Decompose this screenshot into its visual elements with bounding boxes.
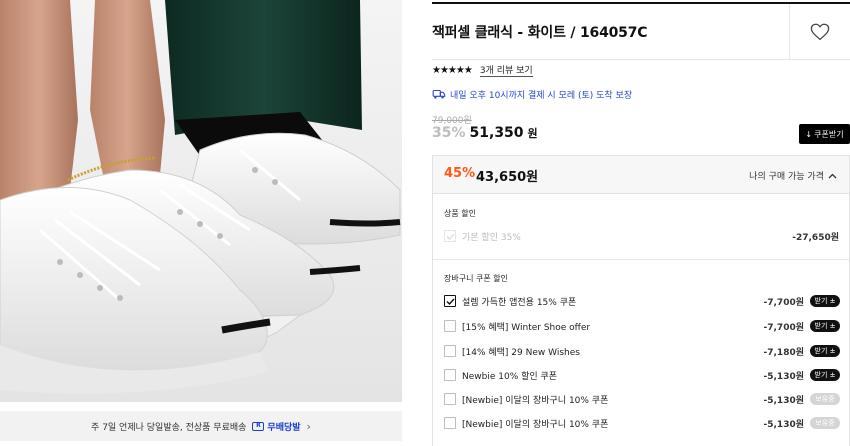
free-delivery-badge[interactable]: R 무배당발 — [252, 420, 301, 433]
chevron-right-icon: › — [306, 419, 311, 433]
coupon-label: [15% 혜택] Winter Shoe offer — [462, 322, 591, 333]
cart-coupon-title: 장바구니 쿠폰 할인 — [444, 274, 508, 283]
coupon-label: [14% 혜택] 29 New Wishes — [462, 347, 580, 358]
coupon-row[interactable]: 설렘 가득한 앱전용 15% 쿠폰 -7,700원 받기 ± — [444, 293, 840, 309]
price-row: 35% 51,350 원 — [432, 125, 538, 141]
rating-row: ★★★★★ 3개 리뷰 보기 — [432, 62, 533, 78]
get-coupon-label: 쿠폰받기 — [814, 129, 844, 139]
owned-coupon-badge: 보유중 — [810, 393, 840, 405]
heart-icon — [810, 23, 830, 41]
receive-coupon-button[interactable]: 받기 ± — [810, 369, 840, 381]
coupon-row[interactable]: [Newbie] 이달의 장바구니 10% 쿠폰 -5,130원 보유중 — [444, 391, 840, 407]
coupon-checkbox[interactable] — [444, 345, 456, 357]
review-link[interactable]: 3개 리뷰 보기 — [479, 63, 533, 77]
chevron-up-icon — [828, 173, 837, 178]
coupon-checkbox[interactable] — [444, 417, 456, 429]
download-icon: ↓ — [805, 129, 813, 139]
my-price-toggle-label: 나의 구매 가능 가격 — [749, 172, 824, 182]
my-purchase-price: 43,650원 — [476, 170, 539, 185]
product-discount-label: 기본 할인 35% — [462, 232, 521, 243]
coupon-label: Newbie 10% 할인 쿠폰 — [462, 371, 558, 382]
sneaker-photo — [0, 0, 402, 402]
product-info-panel: 잭퍼셀 클래식 - 화이트 / 164057C ★★★★★ 3개 리뷰 보기 내… — [432, 0, 850, 446]
receive-coupon-button[interactable]: 받기 ± — [810, 295, 840, 307]
coupon-row[interactable]: [Newbie] 이달의 장바구니 10% 쿠폰 -5,130원 보유중 — [444, 415, 840, 431]
delivery-badge-icon: R — [252, 421, 265, 431]
coupon-amount: -7,700원 — [763, 322, 804, 333]
coupon-amount: -7,700원 — [763, 297, 804, 308]
check-icon — [446, 233, 454, 240]
coupon-amount: -5,130원 — [763, 395, 804, 406]
coupon-amount: -5,130원 — [763, 419, 804, 430]
product-image — [0, 0, 402, 402]
section-divider — [433, 259, 849, 260]
product-discount-title: 상품 할인 — [444, 209, 476, 218]
shipping-info-text: 주 7일 언제나 당일발송, 전상품 무료배송 — [91, 422, 247, 433]
check-icon — [446, 298, 455, 305]
coupon-row[interactable]: [15% 혜택] Winter Shoe offer -7,700원 받기 ± — [444, 318, 840, 334]
coupon-label: 설렘 가득한 앱전용 15% 쿠폰 — [462, 297, 577, 308]
coupon-label: [Newbie] 이달의 장바구니 10% 쿠폰 — [462, 395, 609, 406]
owned-coupon-badge: 보유중 — [810, 417, 840, 429]
star-rating: ★★★★★ — [432, 64, 473, 76]
receive-coupon-button[interactable]: 받기 ± — [810, 345, 840, 357]
coupon-checkbox[interactable] — [444, 393, 456, 405]
favorite-button[interactable] — [789, 4, 850, 60]
title-row: 잭퍼셀 클래식 - 화이트 / 164057C — [432, 4, 850, 60]
coupon-amount: -5,130원 — [763, 371, 804, 382]
coupon-amount: -7,180원 — [763, 347, 804, 358]
product-discount-amount: -27,650원 — [792, 232, 839, 243]
coupon-row[interactable]: [14% 혜택] 29 New Wishes -7,180원 받기 ± — [444, 343, 840, 359]
coupon-label: [Newbie] 이달의 장바구니 10% 쿠폰 — [462, 419, 609, 430]
delivery-guarantee: 내일 오후 10시까지 결제 시 모레 (토) 도착 보장 — [432, 87, 632, 101]
coupon-checkbox[interactable] — [444, 295, 456, 307]
coupon-checkbox[interactable] — [444, 369, 456, 381]
discount-rate: 35% — [432, 125, 466, 141]
sale-price: 51,350 — [469, 125, 524, 141]
product-discount-row: 기본 할인 35% -27,650원 — [444, 228, 840, 244]
delivery-text: 내일 오후 10시까지 결제 시 모레 (토) 도착 보장 — [450, 90, 633, 101]
free-delivery-badge-label: 무배당발 — [267, 422, 301, 433]
truck-icon — [432, 89, 446, 99]
my-discount-rate: 45% — [444, 166, 476, 181]
product-title: 잭퍼셀 클래식 - 화이트 / 164057C — [432, 25, 648, 41]
my-price-toggle[interactable]: 나의 구매 가능 가격 — [749, 169, 837, 182]
coupon-checkbox[interactable] — [444, 320, 456, 332]
price-breakdown-box: 45% 43,650원 나의 구매 가능 가격 상품 할인 기본 할인 35% … — [432, 155, 850, 446]
shipping-info-bar[interactable]: 주 7일 언제나 당일발송, 전상품 무료배송 R 무배당발 › — [0, 411, 402, 441]
product-discount-checkbox — [444, 230, 456, 242]
sale-price-unit: 원 — [527, 127, 538, 140]
coupon-row[interactable]: Newbie 10% 할인 쿠폰 -5,130원 받기 ± — [444, 367, 840, 383]
get-coupon-button[interactable]: ↓ 쿠폰받기 — [799, 124, 850, 144]
receive-coupon-button[interactable]: 받기 ± — [810, 320, 840, 332]
my-price-header[interactable]: 45% 43,650원 나의 구매 가능 가격 — [433, 156, 849, 194]
